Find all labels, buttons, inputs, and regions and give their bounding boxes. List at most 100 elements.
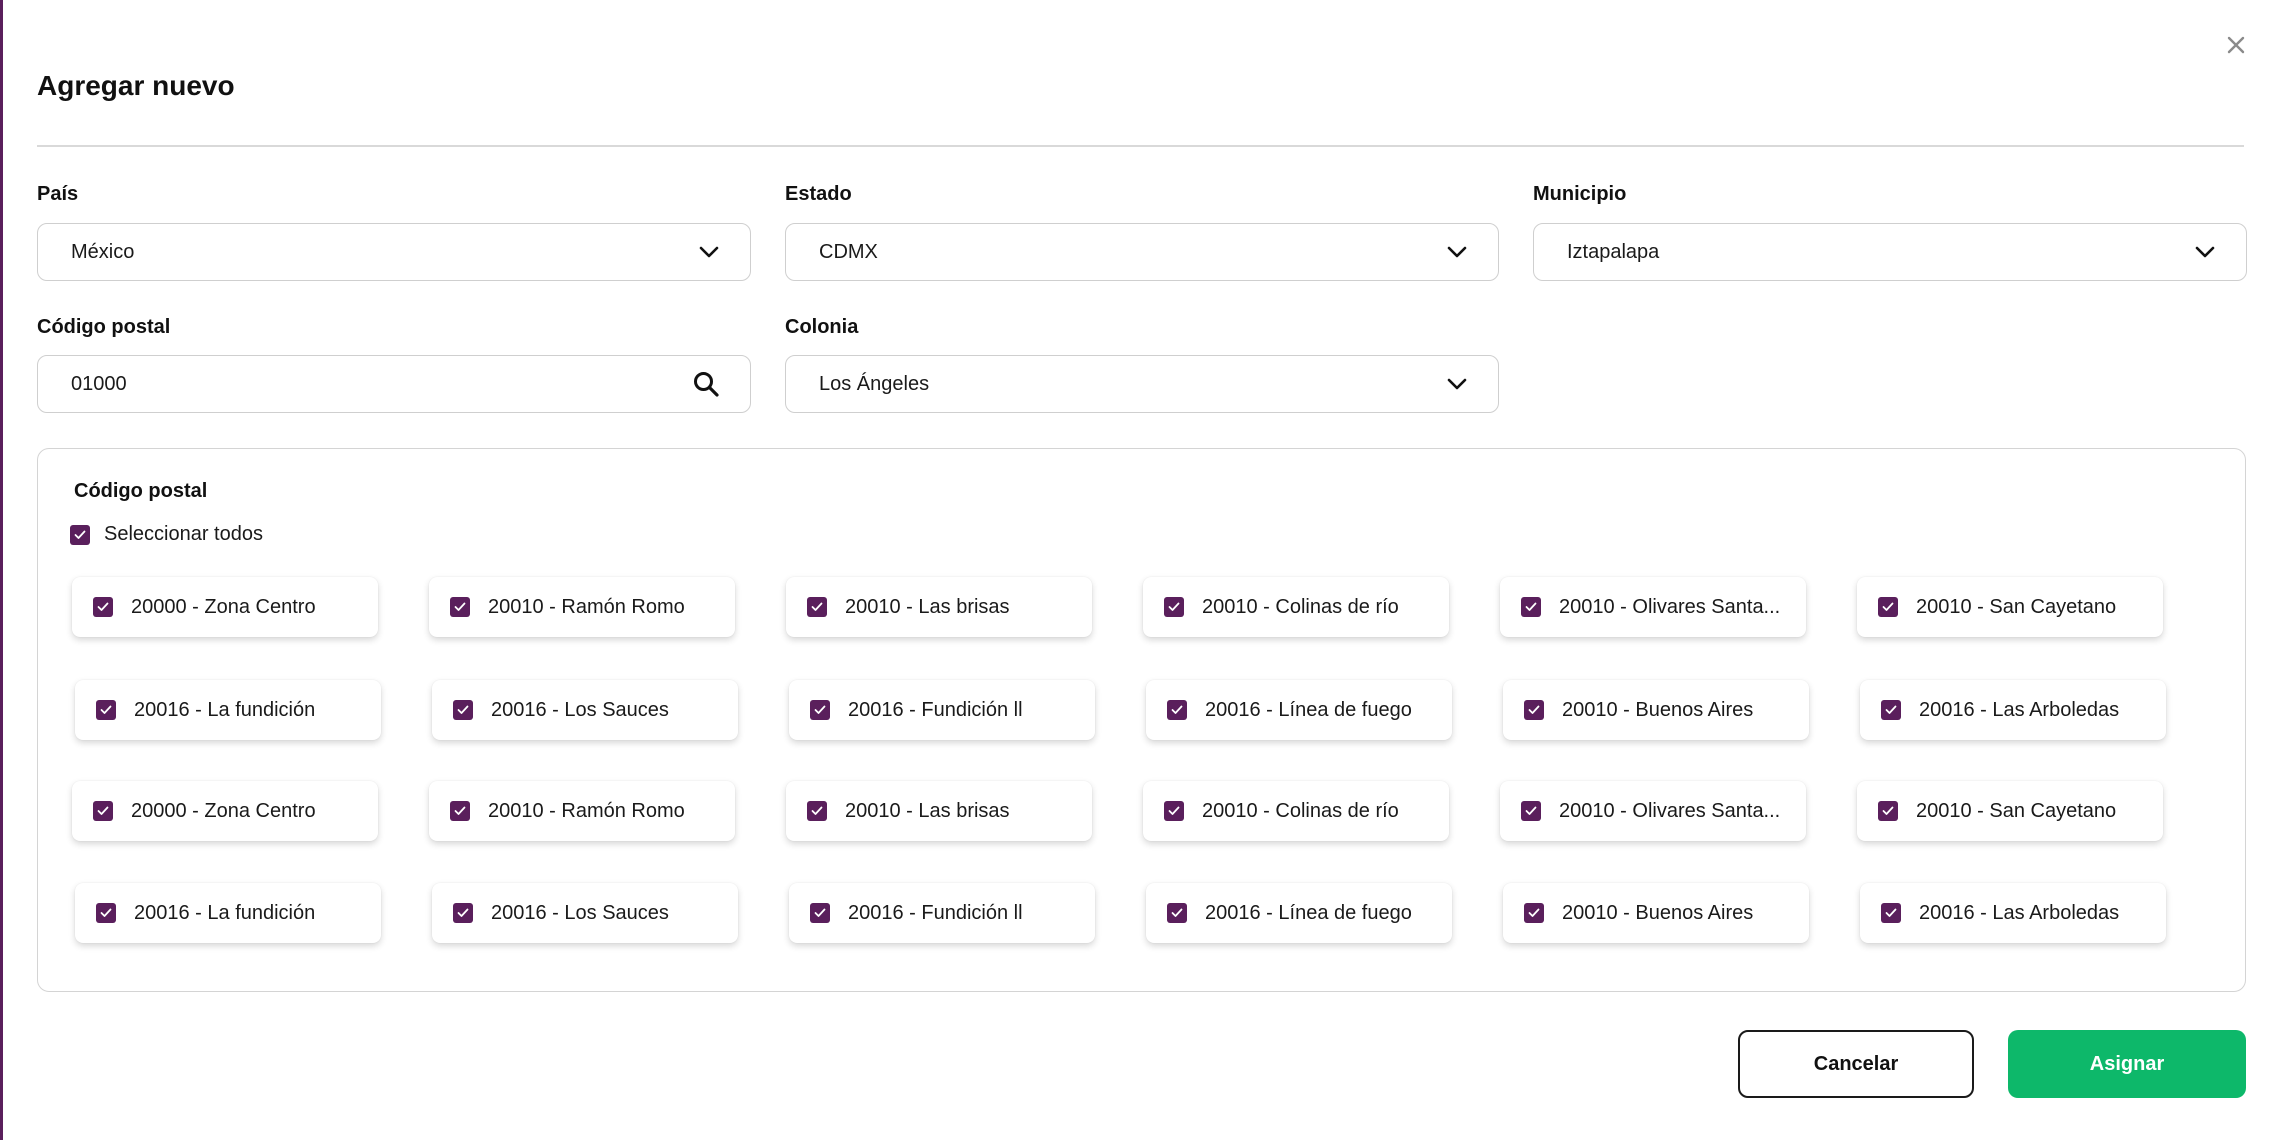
checkbox-checked-icon xyxy=(1521,597,1541,617)
postal-code-chip[interactable]: 20016 - La fundición xyxy=(75,680,381,740)
postal-code-chip-label: 20016 - La fundición xyxy=(134,698,316,721)
codigo-postal-input[interactable]: 01000 xyxy=(37,355,751,413)
postal-code-chip[interactable]: 20016 - Línea de fuego xyxy=(1146,680,1452,740)
postal-code-chip[interactable]: 20010 - Olivares Santa... xyxy=(1500,781,1806,841)
estado-label: Estado xyxy=(785,183,852,205)
municipio-label: Municipio xyxy=(1533,183,1627,205)
colonia-select[interactable]: Los Ángeles xyxy=(785,355,1499,413)
postal-code-chip[interactable]: 20010 - Buenos Aires xyxy=(1503,883,1809,943)
postal-code-chip[interactable]: 20016 - La fundición xyxy=(75,883,381,943)
postal-code-chip-label: 20010 - Las brisas xyxy=(845,799,1010,822)
dialog-title: Agregar nuevo xyxy=(37,70,235,101)
postal-code-chip-label: 20016 - Los Sauces xyxy=(491,901,669,924)
postal-code-chip-label: 20010 - Ramón Romo xyxy=(488,595,685,618)
postal-code-chip[interactable]: 20010 - Ramón Romo xyxy=(429,577,735,637)
codigo-postal-label: Código postal xyxy=(37,316,171,338)
postal-code-chip[interactable]: 20010 - Colinas de río xyxy=(1143,781,1449,841)
postal-code-chip[interactable]: 20016 - Fundición ll xyxy=(789,883,1095,943)
chevron-down-icon xyxy=(1446,241,1468,263)
postal-code-chip[interactable]: 20010 - San Cayetano xyxy=(1857,781,2163,841)
postal-code-chip[interactable]: 20010 - Las brisas xyxy=(786,577,1092,637)
checkbox-checked-icon xyxy=(96,700,116,720)
checkbox-checked-icon xyxy=(1524,700,1544,720)
checkbox-checked-icon xyxy=(1881,903,1901,923)
postal-code-chip[interactable]: 20000 - Zona Centro xyxy=(72,577,378,637)
checkbox-checked-icon xyxy=(1164,801,1184,821)
postal-code-chip-label: 20010 - Buenos Aires xyxy=(1562,698,1754,721)
postal-code-chip-label: 20010 - Olivares Santa... xyxy=(1559,799,1781,822)
municipio-select[interactable]: Iztapalapa xyxy=(1533,223,2247,281)
checkbox-checked-icon xyxy=(1881,700,1901,720)
checkbox-checked-icon xyxy=(453,903,473,923)
postal-code-chip[interactable]: 20010 - Ramón Romo xyxy=(429,781,735,841)
pais-label: País xyxy=(37,183,79,205)
header-divider xyxy=(37,145,2244,147)
estado-select[interactable]: CDMX xyxy=(785,223,1499,281)
checkbox-checked-icon xyxy=(807,597,827,617)
chevron-down-icon xyxy=(698,241,720,263)
postal-code-chip[interactable]: 20016 - Los Sauces xyxy=(432,883,738,943)
postal-code-chip-label: 20010 - San Cayetano xyxy=(1916,595,2117,618)
checkbox-checked-icon xyxy=(93,801,113,821)
assign-button[interactable]: Asignar xyxy=(2008,1030,2246,1098)
postal-code-chip[interactable]: 20010 - Buenos Aires xyxy=(1503,680,1809,740)
postal-code-chip-label: 20010 - Las brisas xyxy=(845,595,1010,618)
checkbox-checked-icon xyxy=(70,524,90,545)
colonia-value: Los Ángeles xyxy=(819,372,930,395)
dialog-left-edge xyxy=(0,0,3,1140)
postal-code-chip-label: 20010 - Buenos Aires xyxy=(1562,901,1754,924)
postal-code-chip-label: 20010 - Ramón Romo xyxy=(488,799,685,822)
cancel-button[interactable]: Cancelar xyxy=(1738,1030,1974,1098)
postal-code-chip-label: 20000 - Zona Centro xyxy=(131,595,316,618)
postal-code-chip-label: 20010 - Colinas de río xyxy=(1202,799,1399,822)
pais-value: México xyxy=(71,240,135,263)
postal-code-chip-label: 20010 - San Cayetano xyxy=(1916,799,2117,822)
checkbox-checked-icon xyxy=(1878,801,1898,821)
checkbox-checked-icon xyxy=(1164,597,1184,617)
colonia-label: Colonia xyxy=(785,316,859,338)
checkbox-checked-icon xyxy=(810,903,830,923)
postal-code-chip-label: 20016 - Los Sauces xyxy=(491,698,669,721)
municipio-value: Iztapalapa xyxy=(1567,240,1660,263)
chevron-down-icon xyxy=(2194,241,2216,263)
checkbox-checked-icon xyxy=(1167,903,1187,923)
postal-code-chip[interactable]: 20000 - Zona Centro xyxy=(72,781,378,841)
chevron-down-icon xyxy=(1446,373,1468,395)
postal-code-chip-label: 20010 - Colinas de río xyxy=(1202,595,1399,618)
postal-code-chip-label: 20000 - Zona Centro xyxy=(131,799,316,822)
postal-code-chip-label: 20016 - Fundición ll xyxy=(848,698,1023,721)
pais-select[interactable]: México xyxy=(37,223,751,281)
select-all-checkbox[interactable]: Seleccionar todos xyxy=(70,523,263,546)
checkbox-checked-icon xyxy=(96,903,116,923)
close-button[interactable] xyxy=(2221,30,2251,60)
postal-code-chip[interactable]: 20016 - Los Sauces xyxy=(432,680,738,740)
estado-value: CDMX xyxy=(819,240,878,263)
postal-code-chip[interactable]: 20016 - Línea de fuego xyxy=(1146,883,1452,943)
postal-code-chip[interactable]: 20010 - Colinas de río xyxy=(1143,577,1449,637)
postal-code-chip[interactable]: 20010 - Olivares Santa... xyxy=(1500,577,1806,637)
postal-panel-title: Código postal xyxy=(74,480,208,502)
postal-code-chip-label: 20016 - Las Arboledas xyxy=(1919,901,2120,924)
postal-code-chip[interactable]: 20016 - Fundición ll xyxy=(789,680,1095,740)
select-all-label: Seleccionar todos xyxy=(104,523,263,545)
search-icon[interactable] xyxy=(692,370,720,398)
checkbox-checked-icon xyxy=(1521,801,1541,821)
postal-code-chip[interactable]: 20016 - Las Arboledas xyxy=(1860,883,2166,943)
codigo-postal-value: 01000 xyxy=(71,372,127,395)
postal-code-chip[interactable]: 20010 - San Cayetano xyxy=(1857,577,2163,637)
postal-code-chip-label: 20010 - Olivares Santa... xyxy=(1559,595,1781,618)
checkbox-checked-icon xyxy=(1167,700,1187,720)
checkbox-checked-icon xyxy=(810,700,830,720)
close-icon xyxy=(2227,36,2245,54)
checkbox-checked-icon xyxy=(807,801,827,821)
postal-code-chip-label: 20016 - Las Arboledas xyxy=(1919,698,2120,721)
checkbox-checked-icon xyxy=(450,597,470,617)
postal-code-chip-label: 20016 - La fundición xyxy=(134,901,316,924)
checkbox-checked-icon xyxy=(1878,597,1898,617)
checkbox-checked-icon xyxy=(453,700,473,720)
postal-code-chip[interactable]: 20010 - Las brisas xyxy=(786,781,1092,841)
postal-code-chip-label: 20016 - Línea de fuego xyxy=(1205,698,1412,721)
postal-code-chip[interactable]: 20016 - Las Arboledas xyxy=(1860,680,2166,740)
postal-code-chip-label: 20016 - Fundición ll xyxy=(848,901,1023,924)
postal-code-chip-label: 20016 - Línea de fuego xyxy=(1205,901,1412,924)
